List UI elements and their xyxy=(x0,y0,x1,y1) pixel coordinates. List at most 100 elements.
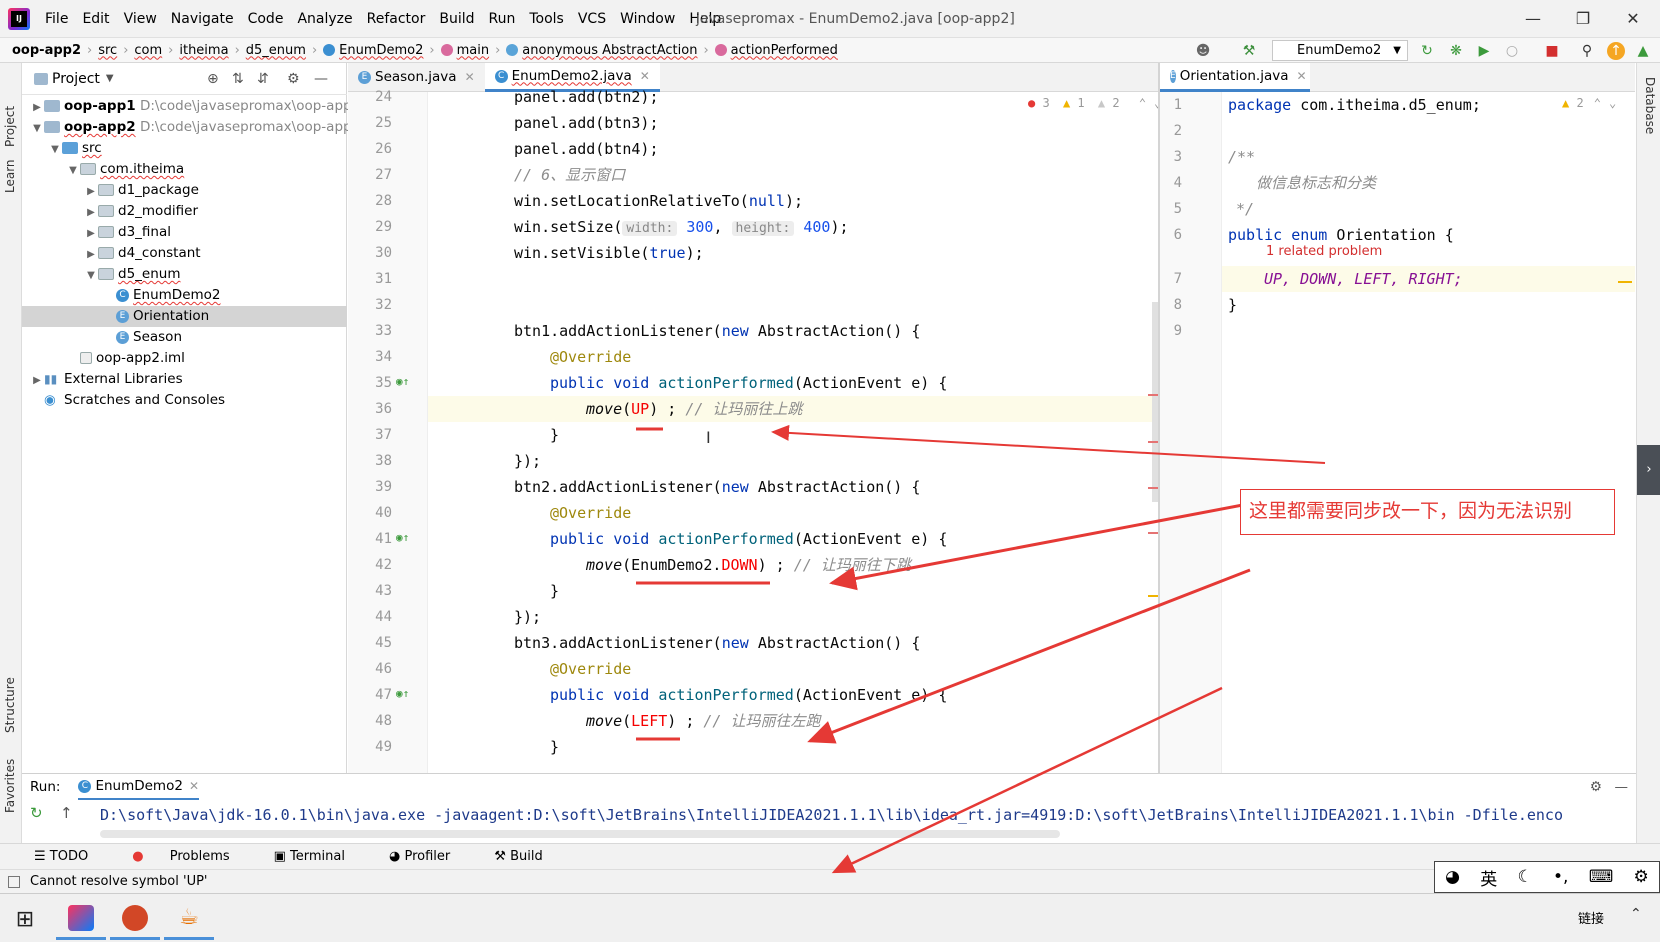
warning-stripe[interactable] xyxy=(1618,281,1632,283)
search-icon[interactable]: ⚲ xyxy=(1578,42,1596,60)
tree-item-scratches[interactable]: ◉ Scratches and Consoles xyxy=(22,390,347,411)
collapse-all-icon[interactable]: ⇵ xyxy=(257,71,269,87)
menu-vcs[interactable]: VCS xyxy=(571,11,613,27)
crumb-src[interactable]: src xyxy=(98,43,117,58)
update-icon[interactable]: ↑ xyxy=(1607,42,1625,60)
override-marker-icon[interactable]: ◉↑ xyxy=(396,375,409,388)
menu-code[interactable]: Code xyxy=(241,11,291,27)
menu-refactor[interactable]: Refactor xyxy=(360,11,433,27)
menu-build[interactable]: Build xyxy=(432,11,481,27)
tree-item-com-itheima[interactable]: ▼ com.itheima xyxy=(22,159,347,180)
inspection-widget[interactable]: ● 3 ▲ 1 ▲ 2 ⌃⌄ xyxy=(1028,96,1161,110)
powerpoint-taskbar-icon[interactable] xyxy=(110,898,160,940)
project-tool-tab[interactable]: Project xyxy=(3,106,17,147)
crumb-anonymous[interactable]: anonymous AbstractAction xyxy=(506,43,697,58)
warning-stripe[interactable] xyxy=(1148,595,1158,597)
tree-item-d5-enum[interactable]: ▼ d5_enum xyxy=(22,264,347,285)
profiler-tab[interactable]: ◕ Profiler xyxy=(389,849,472,864)
gear-icon[interactable]: ⚙ xyxy=(1590,779,1602,795)
crumb-module[interactable]: oop-app2 xyxy=(12,43,81,58)
user-icon[interactable]: ☻ xyxy=(1194,42,1212,60)
database-tool-tab[interactable]: Database xyxy=(1643,77,1657,134)
menu-edit[interactable]: Edit xyxy=(75,11,116,27)
tree-item-external-libraries[interactable]: ▶ ▮▮ External Libraries xyxy=(22,369,347,390)
hide-icon[interactable]: — xyxy=(1615,779,1629,795)
ime-punct-icon[interactable]: •, xyxy=(1553,867,1568,887)
crumb-main[interactable]: main xyxy=(440,43,489,58)
chevron-right-icon[interactable]: ▶ xyxy=(84,223,98,244)
coverage-icon[interactable]: ▶ xyxy=(1475,42,1493,60)
chevron-down-icon[interactable]: ▼ xyxy=(66,160,80,181)
tree-item-d4-constant[interactable]: ▶ d4_constant xyxy=(22,243,347,264)
tree-item-oop-app1[interactable]: ▶ oop-app1 D:\code\javasepromax\oop-app1 xyxy=(22,96,360,118)
learn-tool-tab[interactable]: Learn xyxy=(3,159,17,193)
status-toggle-icon[interactable] xyxy=(8,876,20,888)
inspection-widget[interactable]: ▲ 2 ⌃ ⌄ xyxy=(1562,96,1616,110)
tree-item-oop-app2[interactable]: ▼ oop-app2 D:\code\javasepromax\oop-app2 xyxy=(22,117,360,138)
override-marker-icon[interactable]: ◉↑ xyxy=(396,687,409,700)
build-hammer-icon[interactable]: ⚒ xyxy=(1240,42,1258,60)
tab-orientation-java[interactable]: E Orientation.java ✕ xyxy=(1160,63,1310,92)
todo-tab[interactable]: ☰ TODO xyxy=(34,849,110,864)
menu-tools[interactable]: Tools xyxy=(522,11,571,27)
ime-keyboard-icon[interactable]: ⌨ xyxy=(1589,867,1614,887)
chevron-right-icon[interactable]: ▶ xyxy=(84,181,98,202)
hide-icon[interactable]: — xyxy=(314,71,328,87)
menu-analyze[interactable]: Analyze xyxy=(290,11,359,27)
run-config-select[interactable]: EnumDemo2 ▼ xyxy=(1272,40,1408,61)
project-panel-title[interactable]: Project xyxy=(52,71,100,87)
expand-panel-button[interactable]: › xyxy=(1637,445,1660,495)
error-stripe[interactable] xyxy=(1148,487,1158,489)
crumb-method[interactable]: actionPerformed xyxy=(714,43,838,58)
close-window-button[interactable]: ✕ xyxy=(1610,0,1656,38)
ime-logo-icon[interactable]: ◕ xyxy=(1445,867,1460,887)
menu-run[interactable]: Run xyxy=(482,11,523,27)
debug-icon[interactable]: ❋ xyxy=(1447,42,1465,60)
tree-item-src[interactable]: ▼ src xyxy=(22,138,347,159)
chevron-down-icon[interactable]: ▼ xyxy=(106,73,114,84)
arrow-up-icon[interactable]: ↑ xyxy=(60,804,73,822)
java-taskbar-icon[interactable]: ☕ xyxy=(164,898,214,940)
ime-language[interactable]: 英 xyxy=(1480,865,1497,890)
crumb-com[interactable]: com xyxy=(134,43,162,58)
code-editor[interactable]: ● 3 ▲ 1 ▲ 2 ⌃⌄ panel.add(btn2); panel.ad… xyxy=(428,88,1161,773)
chevron-down-icon[interactable]: ▼ xyxy=(48,139,62,160)
structure-tool-tab[interactable]: Structure xyxy=(3,677,17,733)
crumb-itheima[interactable]: itheima xyxy=(179,43,228,58)
menu-navigate[interactable]: Navigate xyxy=(164,11,241,27)
rerun-icon[interactable]: ↻ xyxy=(1418,42,1436,60)
error-stripe[interactable] xyxy=(1148,532,1158,534)
crumb-class[interactable]: EnumDemo2 xyxy=(323,43,423,58)
error-stripe[interactable] xyxy=(1148,441,1158,443)
error-stripe[interactable] xyxy=(1148,394,1158,396)
rerun-icon[interactable]: ↻ xyxy=(30,804,43,822)
crumb-d5-enum[interactable]: d5_enum xyxy=(246,43,306,58)
chevron-up-icon[interactable]: ⌃ xyxy=(1630,906,1642,922)
ime-gear-icon[interactable]: ⚙ xyxy=(1634,867,1649,887)
tree-item-d3-final[interactable]: ▶ d3_final xyxy=(22,222,347,243)
chevron-right-icon[interactable]: ▶ xyxy=(30,370,44,391)
menu-window[interactable]: Window xyxy=(613,11,682,27)
tree-item-enumdemo2[interactable]: C EnumDemo2 xyxy=(22,285,347,306)
favorites-tool-tab[interactable]: Favorites xyxy=(3,759,17,813)
related-problem-hint[interactable]: 1 related problem xyxy=(1266,244,1382,259)
problems-tab[interactable]: ● Problems xyxy=(132,849,251,864)
plugin-icon[interactable]: ▲ xyxy=(1634,42,1652,60)
tree-item-d2-modifier[interactable]: ▶ d2_modifier xyxy=(22,201,347,222)
profile-icon[interactable]: ○ xyxy=(1503,42,1521,60)
chevron-right-icon[interactable]: ▶ xyxy=(84,244,98,265)
close-icon[interactable]: ✕ xyxy=(465,63,475,92)
menu-file[interactable]: File xyxy=(38,11,75,27)
locate-icon[interactable]: ⊕ xyxy=(207,71,219,87)
tree-item-iml[interactable]: oop-app2.iml xyxy=(22,348,347,369)
chevron-down-icon[interactable]: ▼ xyxy=(84,265,98,286)
restore-button[interactable]: ❐ xyxy=(1560,0,1606,38)
chevron-right-icon[interactable]: ▶ xyxy=(30,97,44,118)
override-marker-icon[interactable]: ◉↑ xyxy=(396,531,409,544)
windows-start-icon[interactable]: ⊞ xyxy=(0,898,50,940)
build-tab[interactable]: ⚒ Build xyxy=(494,849,564,864)
tree-item-d1-package[interactable]: ▶ d1_package xyxy=(22,180,347,201)
run-tab-enumdemo2[interactable]: C EnumDemo2 ✕ xyxy=(78,774,199,800)
close-icon[interactable]: ✕ xyxy=(189,779,199,793)
chevron-right-icon[interactable]: ▶ xyxy=(84,202,98,223)
